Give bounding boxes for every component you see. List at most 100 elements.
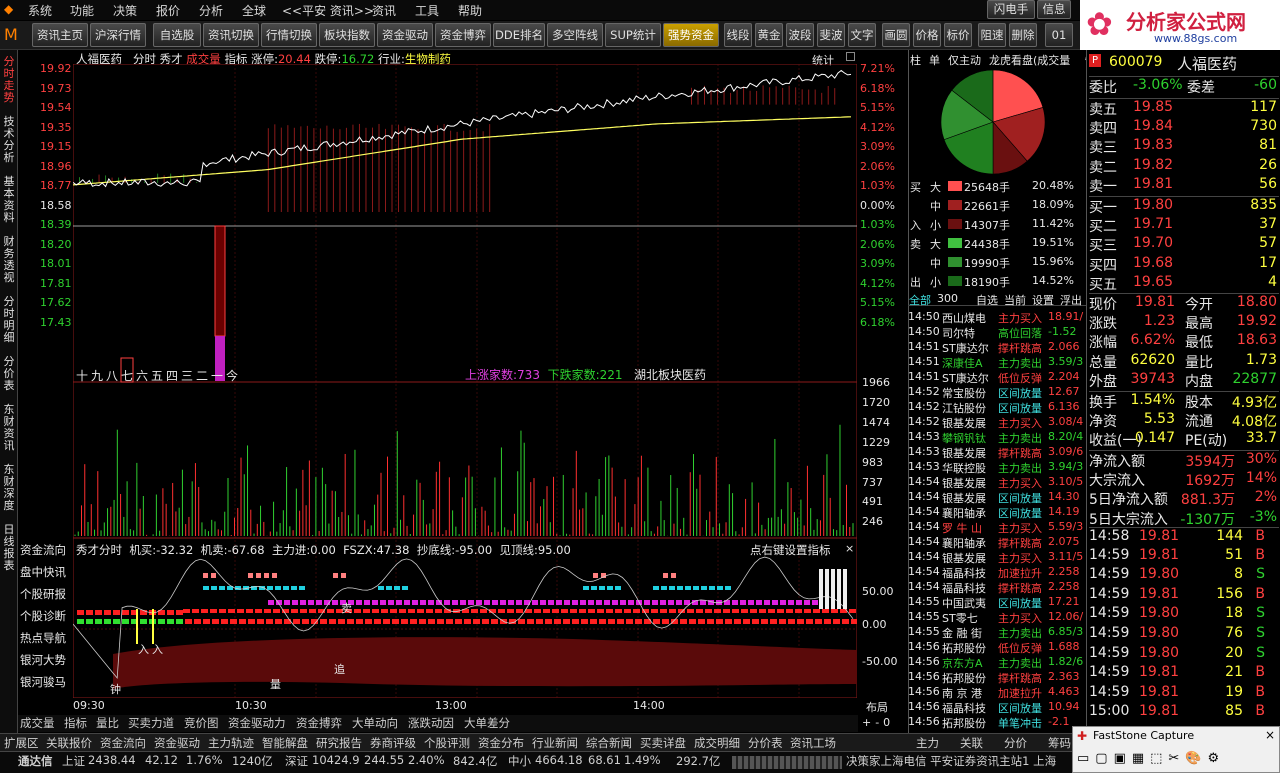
news-tab[interactable]: 全部 (909, 292, 931, 308)
news-item[interactable]: 14:53 银基发展 撑杆跳高 3.09/6 (908, 445, 1086, 460)
menu-item[interactable]: 决策 (113, 2, 137, 19)
news-item[interactable]: 14:54 襄阳轴承 区间放量 14.19 (908, 505, 1086, 520)
toolbar-button[interactable]: 资金博弈 (435, 23, 491, 47)
news-item[interactable]: 14:56 福晶科技 区间放量 10.94 (908, 700, 1086, 715)
left-tab-news[interactable]: 东财资讯 (2, 404, 16, 452)
left-tab-price-table[interactable]: 分价表 (2, 356, 16, 392)
extension-tab[interactable]: 关联报价 (46, 735, 92, 751)
toolbar-button-active[interactable]: 强势资金 (663, 23, 719, 47)
menu-item[interactable]: 帮助 (458, 2, 482, 19)
news-item[interactable]: 14:53 华联控股 主力卖出 3.94/3 (908, 460, 1086, 475)
indicator-name[interactable]: 秀才分时 (76, 543, 122, 557)
news-item[interactable]: 14:56 南 京 港 加速拉升 4.463 (908, 685, 1086, 700)
left-func-item[interactable]: 热点导航 (20, 630, 66, 646)
news-item[interactable]: 14:54 银基发展 主力买入 3.11/5 (908, 550, 1086, 565)
toolbar-button[interactable]: 标价 (944, 23, 972, 47)
chart-tab[interactable]: 成交量 (20, 715, 55, 731)
extension-tab[interactable]: 筹码 (1048, 735, 1071, 751)
toolbar-button[interactable]: 资金驱动 (377, 23, 433, 47)
extension-tab[interactable]: 成交明细 (694, 735, 740, 751)
left-tab-daily[interactable]: 日线报表 (2, 524, 16, 572)
menu-item[interactable]: 全球 (242, 2, 266, 19)
extension-tab[interactable]: 智能解盘 (262, 735, 308, 751)
news-item[interactable]: 14:55 金 融 街 主力卖出 6.85/3 (908, 625, 1086, 640)
chart-tab[interactable]: 量比 (96, 715, 119, 731)
news-item[interactable]: 14:54 罗 牛 山 主力买入 5.59/3 (908, 520, 1086, 535)
extension-tab[interactable]: 分价表 (748, 735, 783, 751)
extension-tab[interactable]: 券商评级 (370, 735, 416, 751)
toolbar-button[interactable]: 资讯切换 (203, 23, 259, 47)
news-item[interactable]: 14:54 银基发展 主力买入 3.10/5 (908, 475, 1086, 490)
left-func-item[interactable]: 银河大势 (20, 652, 66, 668)
news-item[interactable]: 14:52 常宝股份 区间放量 12.67 (908, 385, 1086, 400)
zoom-controls[interactable]: +-0 (862, 716, 894, 729)
news-item[interactable]: 14:54 福晶科技 撑杆跳高 2.258 (908, 580, 1086, 595)
news-item[interactable]: 14:52 银基发展 主力买入 3.08/4 (908, 415, 1086, 430)
extension-tab[interactable]: 关联 (960, 735, 983, 751)
extension-tab[interactable]: 个股评测 (424, 735, 470, 751)
toolbar-button[interactable]: 斐波 (817, 23, 845, 47)
toolbar-button[interactable]: 多空阵线 (547, 23, 603, 47)
news-item[interactable]: 14:50 司尔特 高位回落 -1.52 (908, 325, 1086, 340)
extension-tab[interactable]: 资金驱动 (154, 735, 200, 751)
news-item[interactable]: 14:56 拓邦股份 单笔冲击 -2.1 (908, 715, 1086, 730)
indicator-settings[interactable]: 点右键设置指标 (750, 542, 831, 558)
pie-tab[interactable]: 柱 (910, 52, 921, 68)
toolbar-button[interactable]: 阻速 (978, 23, 1006, 47)
news-tab[interactable]: 设置 (1032, 292, 1054, 308)
news-item[interactable]: 14:54 银基发展 区间放量 14.30 (908, 490, 1086, 505)
left-func-item[interactable]: 个股研报 (20, 586, 66, 602)
news-item[interactable]: 14:52 江钻股份 区间放量 6.136 (908, 400, 1086, 415)
chart-tab[interactable]: 资金搏弈 (296, 715, 342, 731)
news-item[interactable]: 14:53 攀钢钒钛 主力卖出 8.20/4 (908, 430, 1086, 445)
extension-tab[interactable]: 分价 (1004, 735, 1027, 751)
toolbar-button[interactable]: 线段 (724, 23, 752, 47)
news-item[interactable]: 14:51 ST康达尔 低位反弹 2.204 (908, 370, 1086, 385)
toolbar-button[interactable]: 黄金 (755, 23, 783, 47)
news-item[interactable]: 14:56 拓邦股份 撑杆跳高 2.363 (908, 670, 1086, 685)
left-func-item[interactable]: 盘中快讯 (20, 564, 66, 580)
toolbar-button[interactable]: 画圆 (882, 23, 910, 47)
toolbar-button[interactable]: 板块指数 (319, 23, 375, 47)
news-item[interactable]: 14:54 襄阳轴承 撑杆跳高 2.075 (908, 535, 1086, 550)
left-tab-basic[interactable]: 基本资料 (2, 176, 16, 224)
close-stats-icon[interactable] (846, 52, 855, 61)
news-item[interactable]: 14:51 ST康达尔 撑杆跳高 2.066 (908, 340, 1086, 355)
news-item[interactable]: 14:55 ST零七 主力买入 12.06/ (908, 610, 1086, 625)
layout-button[interactable]: 布局 (866, 699, 888, 715)
extension-tab[interactable]: 主力 (916, 735, 939, 751)
chart-tab[interactable]: 指标 (64, 715, 87, 731)
menu-item[interactable]: 工具 (415, 2, 439, 19)
extension-tab[interactable]: 扩展区 (4, 735, 39, 751)
news-item[interactable]: 14:56 京东方A 主力卖出 1.82/6 (908, 655, 1086, 670)
extension-tab[interactable]: 行业新闻 (532, 735, 578, 751)
menu-item[interactable]: 资讯 (372, 2, 396, 19)
toolbar-button[interactable]: 01 (1045, 23, 1073, 47)
news-item[interactable]: 14:54 福晶科技 加速拉升 2.258 (908, 565, 1086, 580)
left-tab-technical[interactable]: 技术分析 (2, 116, 16, 164)
left-tab-detail[interactable]: 分时明细 (2, 296, 16, 344)
left-tab-intraday[interactable]: 分时走势 (2, 56, 16, 104)
faststone-close-icon[interactable]: × (1265, 728, 1275, 742)
indicator-close-icon[interactable]: × (845, 542, 854, 555)
menu-item[interactable]: 功能 (70, 2, 94, 19)
info-button[interactable]: 信息 (1037, 0, 1071, 19)
extension-tab[interactable]: 资金流向 (100, 735, 146, 751)
news-tab[interactable]: 自选 (976, 292, 998, 308)
left-func-item[interactable]: 银河骏马 (20, 674, 66, 690)
menu-item[interactable]: <<平安 资讯>> (282, 2, 374, 19)
chart-tab[interactable]: 大单差分 (464, 715, 510, 731)
extension-tab[interactable]: 综合新闻 (586, 735, 632, 751)
toolbar-button[interactable]: 行情切换 (261, 23, 317, 47)
extension-tab[interactable]: 资金分布 (478, 735, 524, 751)
faststone-tool-icons[interactable]: ▭▢▣▦⬚✂🎨⚙ (1077, 751, 1277, 769)
news-item[interactable]: 14:51 深康佳A 主力卖出 3.59/3 (908, 355, 1086, 370)
extension-tab[interactable]: 资讯工场 (790, 735, 836, 751)
news-item[interactable]: 14:55 中国武夷 区间放量 17.21 (908, 595, 1086, 610)
left-func-item[interactable]: 资金流向 (20, 542, 66, 558)
news-tab[interactable]: 当前 (1004, 292, 1026, 308)
news-item[interactable]: 14:50 西山煤电 主力买入 18.91/ (908, 310, 1086, 325)
news-tab[interactable]: 300 (937, 292, 958, 305)
extension-tab[interactable]: 研究报告 (316, 735, 362, 751)
toolbar-button[interactable]: 自选股 (153, 23, 201, 47)
